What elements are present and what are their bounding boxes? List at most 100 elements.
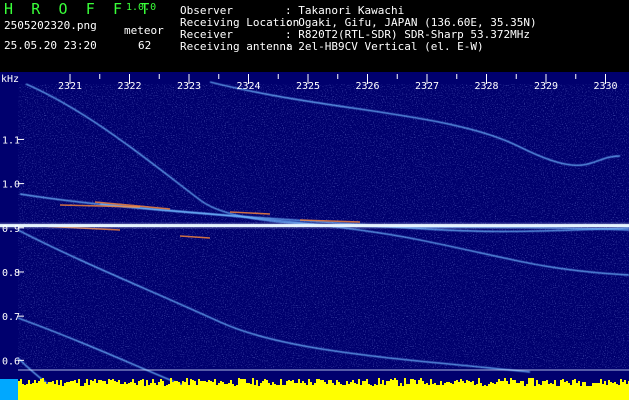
noise-bar-column	[526, 384, 528, 400]
noise-bar-column	[78, 379, 80, 400]
noise-bar-column	[278, 385, 280, 400]
noise-bar-column	[326, 384, 328, 400]
noise-bar-column	[610, 382, 612, 400]
noise-bar-column	[290, 381, 292, 400]
datetime: 25.05.20 23:20	[4, 39, 97, 52]
noise-bar-column	[408, 384, 410, 400]
noise-bar-column	[280, 379, 282, 400]
noise-bar-column	[604, 381, 606, 400]
noise-bar-column	[124, 382, 126, 400]
noise-bar-column	[342, 385, 344, 400]
noise-bar-column	[534, 386, 536, 400]
noise-bar-column	[204, 381, 206, 400]
noise-bar-column	[206, 382, 208, 400]
noise-bar-column	[28, 380, 30, 400]
noise-bar-column	[464, 383, 466, 400]
noise-bar-column	[602, 384, 604, 400]
noise-bar-column	[314, 383, 316, 400]
noise-bar-column	[510, 378, 512, 400]
noise-bar-column	[22, 384, 24, 400]
noise-bar-column	[44, 382, 46, 400]
noise-bar-column	[416, 384, 418, 400]
noise-bar-column	[512, 380, 514, 400]
noise-bar-column	[72, 381, 74, 400]
noise-bar-column	[38, 381, 40, 400]
noise-bar-column	[492, 383, 494, 400]
noise-bar-column	[622, 382, 624, 400]
noise-bar-column	[148, 385, 150, 400]
noise-bar-column	[530, 378, 532, 400]
noise-bar-column	[250, 384, 252, 400]
noise-bar-column	[524, 386, 526, 400]
noise-bar-column	[64, 383, 66, 400]
noise-bar-column	[34, 380, 36, 400]
noise-bar-column	[500, 381, 502, 400]
noise-bar-column	[388, 381, 390, 400]
noise-bar-column	[490, 382, 492, 400]
noise-bar-column	[262, 381, 264, 400]
noise-bar-column	[456, 380, 458, 400]
noise-bar-column	[258, 386, 260, 400]
noise-bar-column	[402, 386, 404, 400]
noise-bar-column	[544, 381, 546, 400]
noise-bar-column	[556, 386, 558, 400]
freq-tick-label: 0.9	[2, 224, 20, 235]
noise-bar-column	[234, 386, 236, 400]
freq-tick-label: 0.8	[2, 268, 20, 279]
noise-bar-column	[144, 386, 146, 400]
noise-bar-column	[340, 384, 342, 400]
noise-bar-column	[270, 385, 272, 400]
noise-bar-column	[514, 380, 516, 400]
noise-bar-column	[546, 380, 548, 400]
noise-bar-column	[208, 380, 210, 400]
noise-bar-column	[334, 385, 336, 400]
noise-bar-column	[328, 380, 330, 400]
noise-bar-column	[92, 381, 94, 400]
noise-bar-column	[116, 382, 118, 400]
noise-bar-column	[228, 383, 230, 400]
noise-bar-column	[296, 383, 298, 400]
noise-bar-column	[364, 381, 366, 400]
noise-bar-column	[426, 383, 428, 400]
noise-bar-column	[198, 379, 200, 400]
noise-bar-column	[246, 383, 248, 400]
noise-bar-column	[442, 385, 444, 400]
noise-bar-column	[412, 379, 414, 400]
noise-bar-column	[268, 383, 270, 400]
noise-bar-column	[304, 383, 306, 400]
noise-bar-column	[94, 379, 96, 400]
noise-bar-column	[58, 385, 60, 400]
noise-bar-column	[436, 385, 438, 400]
noise-bar-column	[166, 385, 168, 400]
antenna-label: Receiving antenna	[180, 40, 293, 53]
noise-bar-column	[568, 383, 570, 400]
noise-bar-column	[276, 385, 278, 400]
noise-bar-column	[200, 381, 202, 400]
noise-bar-column	[596, 383, 598, 400]
noise-bar-column	[192, 380, 194, 400]
noise-bar-column	[600, 379, 602, 400]
noise-bar-column	[96, 383, 98, 400]
noise-bar-column	[382, 380, 384, 400]
noise-bar-column	[406, 384, 408, 400]
location-value: : Ogaki, Gifu, JAPAN (136.60E, 35.35N)	[285, 16, 537, 29]
noise-bar-column	[110, 380, 112, 400]
noise-bar-column	[238, 378, 240, 400]
noise-bar-column	[190, 379, 192, 400]
noise-bar-column	[100, 380, 102, 400]
noise-bar-column	[418, 380, 420, 400]
noise-bar-column	[508, 384, 510, 400]
spectrogram-panel: kHz 2321 2322 2323 2324 2325 2326 2327 2328 2329 2…	[0, 72, 629, 400]
noise-bar-column	[444, 383, 446, 400]
freq-tick-label: 1.0	[2, 180, 20, 191]
noise-bar-column	[548, 384, 550, 400]
noise-bar-column	[454, 381, 456, 400]
noise-bar-column	[316, 379, 318, 400]
noise-bar-column	[398, 386, 400, 400]
noise-bar-column	[356, 384, 358, 400]
noise-bar-column	[618, 385, 620, 400]
noise-bar-column	[42, 378, 44, 400]
noise-bar-column	[438, 385, 440, 400]
noise-bar-column	[394, 378, 396, 400]
noise-bar-column	[608, 380, 610, 400]
